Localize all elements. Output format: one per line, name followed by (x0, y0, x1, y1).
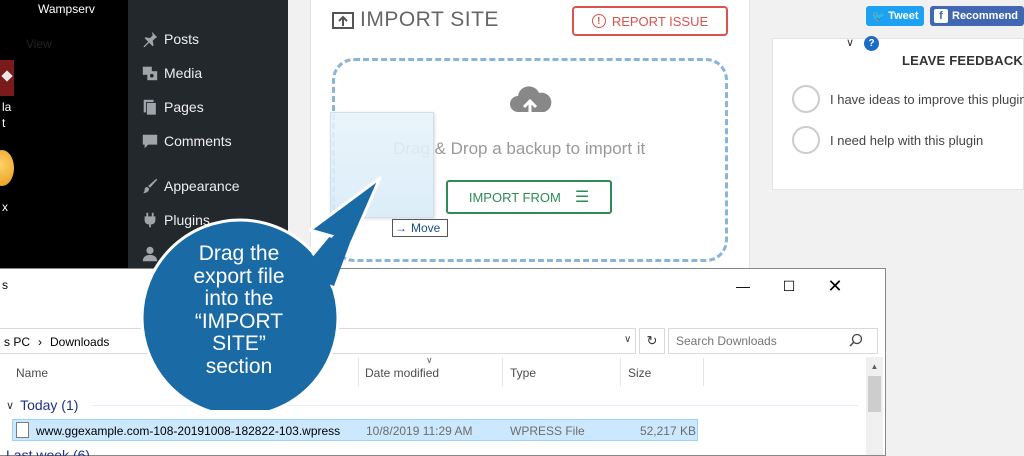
tweet-label: Tweet (888, 10, 919, 22)
tweet-button[interactable]: 🐦 Tweet (866, 6, 924, 26)
column-divider[interactable] (703, 358, 704, 386)
ribbon-expand-icon[interactable]: ∨ (846, 36, 854, 49)
file-size: 52,217 KB (639, 424, 696, 438)
sidebar-item-posts[interactable]: Posts (128, 22, 288, 56)
refresh-button[interactable]: ↻ (639, 328, 665, 354)
minimize-button[interactable]: — (720, 273, 766, 299)
radio-button[interactable] (792, 126, 820, 154)
feedback-option-label: I need help with this plugin (830, 132, 984, 148)
desktop-app-icon-2[interactable] (0, 150, 14, 186)
callout-line: section (205, 354, 273, 378)
move-tooltip: → Move (392, 219, 448, 237)
help-icon[interactable]: ? (864, 36, 879, 51)
search-input[interactable] (676, 334, 836, 348)
move-tooltip-label: Move (411, 221, 441, 235)
file-icon (16, 422, 29, 438)
radio-button[interactable] (792, 85, 820, 113)
ribbon-tab-view[interactable]: View (26, 37, 52, 51)
sort-arrow-icon: ∨ (426, 355, 433, 365)
search-icon (849, 333, 863, 347)
pages-icon (128, 98, 164, 116)
group-header-last-week[interactable]: Last week (6) (6, 447, 90, 456)
report-issue-label: REPORT ISSUE (611, 13, 709, 29)
sidebar-item-label: Media (164, 65, 203, 81)
callout-line: SITE” (212, 332, 266, 355)
comments-icon (128, 132, 164, 150)
desktop-icon-label-2: t (2, 116, 6, 130)
column-header-size[interactable]: Size (628, 366, 651, 380)
callout-line: “IMPORT (194, 309, 284, 333)
sidebar-item-comments[interactable]: Comments (128, 124, 288, 158)
import-from-label: IMPORT FROM (468, 189, 561, 205)
sidebar-item-label: Posts (164, 31, 200, 47)
breadcrumb-separator[interactable]: › (38, 335, 42, 349)
twitter-icon: 🐦 (871, 10, 886, 23)
close-button[interactable]: ✕ (812, 273, 858, 299)
callout-line: export file (193, 264, 285, 288)
callout-text: Drag the export file into the “IMPORT SI… (150, 242, 328, 378)
import-site-title: IMPORT SITE (360, 8, 499, 31)
alert-icon: ! (591, 14, 606, 28)
file-date: 10/8/2019 11:29 AM (366, 424, 473, 438)
cloud-upload-icon (510, 86, 552, 118)
callout-line: Drag the (198, 242, 280, 265)
scroll-up-arrow-icon[interactable]: ▲ (866, 358, 883, 374)
file-name[interactable]: www.ggexample.com-108-20191008-182822-10… (36, 424, 340, 438)
feedback-option-label: I have ideas to improve this plugin (830, 91, 1024, 107)
recommend-button[interactable]: f Recommend (930, 6, 1024, 26)
media-icon (128, 64, 164, 82)
sidebar-item-label: Comments (164, 133, 232, 149)
file-type: WPRESS File (510, 424, 585, 438)
group-header-today[interactable]: ∨ Today (1) (6, 397, 78, 413)
breadcrumb-this-pc[interactable]: s PC (4, 335, 30, 349)
desktop-app-label[interactable]: Wampserv (38, 2, 95, 16)
chevron-down-icon[interactable]: ∨ (6, 399, 14, 412)
group-label: Today (1) (20, 397, 79, 413)
feedback-title: LEAVE FEEDBACK (902, 53, 1024, 68)
pushpin-icon (128, 30, 164, 48)
address-dropdown-icon[interactable]: ∨ (624, 334, 631, 345)
report-issue-button[interactable]: ! REPORT ISSUE (572, 6, 728, 36)
sidebar-item-pages[interactable]: Pages (128, 90, 288, 124)
sidebar-item-media[interactable]: Media (128, 56, 288, 90)
facebook-icon: f (934, 9, 948, 23)
explorer-title: s (2, 278, 8, 292)
breadcrumb: s PC › Downloads (4, 335, 109, 349)
scrollbar-thumb[interactable] (868, 376, 881, 412)
desktop-icon-label-3: x (2, 200, 8, 214)
breadcrumb-downloads[interactable]: Downloads (50, 335, 109, 349)
menu-icon: ☰ (574, 189, 590, 206)
column-divider[interactable] (502, 358, 503, 386)
import-icon (332, 12, 354, 29)
feedback-option-ideas[interactable]: I have ideas to improve this plugin (792, 85, 1024, 113)
callout-line: into the (204, 287, 274, 310)
column-divider[interactable] (620, 358, 621, 386)
maximize-button[interactable]: ☐ (766, 273, 812, 299)
desktop-app-icon[interactable] (0, 60, 14, 96)
recommend-label: Recommend (952, 10, 1019, 22)
feedback-option-help[interactable]: I need help with this plugin (792, 126, 983, 154)
import-from-button[interactable]: IMPORT FROM ☰ (446, 180, 612, 214)
sidebar-item-label: Pages (164, 99, 204, 115)
column-header-type[interactable]: Type (510, 366, 536, 380)
column-header-name[interactable]: Name (16, 366, 48, 380)
desktop-icon-label: la (2, 100, 12, 114)
